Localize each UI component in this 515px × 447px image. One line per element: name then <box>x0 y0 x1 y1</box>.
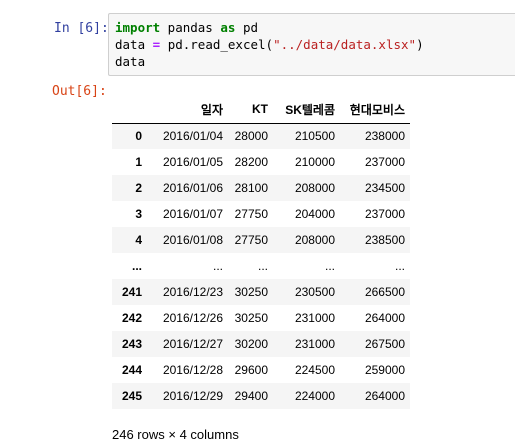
cell-kt: ... <box>257 259 268 273</box>
row-index: 245 <box>121 389 142 403</box>
cell-hyundai-mobis: 267500 <box>364 337 405 351</box>
header-index <box>112 96 147 124</box>
cell-kt: 29400 <box>234 389 268 403</box>
cell-sk-telecom: 208000 <box>294 181 335 195</box>
table-row: 2 2016/01/06 28100 208000 234500 <box>112 175 410 201</box>
cell-kt: 30250 <box>234 311 268 325</box>
row-index: 3 <box>135 207 142 221</box>
row-index: 243 <box>121 337 142 351</box>
table-row-ellipsis: ... ... ... ... ... <box>112 253 410 279</box>
cell-hyundai-mobis: 237000 <box>364 207 405 221</box>
cell-hyundai-mobis: 237000 <box>364 155 405 169</box>
table-row: 245 2016/12/29 29400 224000 264000 <box>112 383 410 409</box>
code-keyword-import: import <box>115 20 161 35</box>
cell-sk-telecom: 231000 <box>294 337 335 351</box>
code-keyword-as: as <box>220 20 236 35</box>
cell-kt: 28000 <box>234 129 268 144</box>
table-row: 4 2016/01/08 27750 208000 238500 <box>112 227 410 253</box>
cell-hyundai-mobis: ... <box>394 259 405 273</box>
row-index: 2 <box>135 181 142 195</box>
input-prompt: In [6]: <box>54 21 109 36</box>
cell-date: 2016/01/05 <box>162 155 223 169</box>
cell-date: 2016/12/29 <box>162 389 223 403</box>
cell-sk-telecom: 224000 <box>294 389 335 403</box>
code-call-end: ) <box>416 37 424 52</box>
cell-hyundai-mobis: 234500 <box>364 181 405 195</box>
cell-date: 2016/12/27 <box>162 337 223 351</box>
cell-kt: 27750 <box>234 233 268 247</box>
cell-hyundai-mobis: 238500 <box>364 233 405 247</box>
cell-date: 2016/01/08 <box>162 233 223 247</box>
cell-hyundai-mobis: 266500 <box>364 285 405 299</box>
cell-kt: 28100 <box>234 181 268 195</box>
dataframe-table: 일자 KT SK텔레콤 현대모비스 0 2016/01/04 28000 210… <box>112 96 410 409</box>
dataframe-shape-info: 246 rows × 4 columns <box>112 427 239 442</box>
table-row: 244 2016/12/28 29600 224500 259000 <box>112 357 410 383</box>
cell-sk-telecom: 230500 <box>294 285 335 299</box>
cell-sk-telecom: ... <box>324 259 335 273</box>
header-hyundai-mobis: 현대모비스 <box>340 96 410 124</box>
header-sk-telecom: SK텔레콤 <box>273 96 340 124</box>
row-index: 4 <box>135 233 142 247</box>
table-row: 243 2016/12/27 30200 231000 267500 <box>112 331 410 357</box>
cell-hyundai-mobis: 259000 <box>364 363 405 377</box>
row-index: 242 <box>121 311 142 325</box>
cell-date: 2016/12/26 <box>162 311 223 325</box>
cell-hyundai-mobis: 238000 <box>364 129 405 144</box>
cell-date: ... <box>212 259 223 273</box>
code-string-path: "../data/data.xlsx" <box>273 37 417 52</box>
code-variable: data <box>115 37 153 52</box>
cell-sk-telecom: 231000 <box>294 311 335 325</box>
cell-kt: 29600 <box>234 363 268 377</box>
cell-hyundai-mobis: 264000 <box>364 389 405 403</box>
code-alias: pd <box>235 20 259 35</box>
cell-date: 2016/12/23 <box>162 285 223 299</box>
table-row: 3 2016/01/07 27750 204000 237000 <box>112 201 410 227</box>
cell-kt: 27750 <box>234 207 268 221</box>
cell-sk-telecom: 208000 <box>294 233 335 247</box>
row-index: 0 <box>135 129 142 144</box>
cell-date: 2016/01/04 <box>162 129 223 144</box>
row-index: 241 <box>121 285 142 299</box>
header-kt: KT <box>228 96 273 124</box>
code-call-start: pd.read_excel( <box>160 37 274 52</box>
code-display-var: data <box>115 54 146 69</box>
row-index: 1 <box>135 155 142 169</box>
cell-kt: 28200 <box>234 155 268 169</box>
cell-sk-telecom: 204000 <box>294 207 335 221</box>
cell-date: 2016/12/28 <box>162 363 223 377</box>
code-package-name: pandas <box>160 20 221 35</box>
table-header-row: 일자 KT SK텔레콤 현대모비스 <box>112 96 410 124</box>
cell-sk-telecom: 210000 <box>294 155 335 169</box>
output-prompt: Out[6]: <box>52 84 107 99</box>
cell-kt: 30200 <box>234 337 268 351</box>
table-row: 1 2016/01/05 28200 210000 237000 <box>112 149 410 175</box>
code-cell-editor[interactable]: import pandas as pd data = pd.read_excel… <box>108 13 515 76</box>
cell-sk-telecom: 224500 <box>294 363 335 377</box>
table-row: 242 2016/12/26 30250 231000 264000 <box>112 305 410 331</box>
row-index: 244 <box>121 363 142 377</box>
cell-hyundai-mobis: 264000 <box>364 311 405 325</box>
cell-date: 2016/01/06 <box>162 181 223 195</box>
cell-date: 2016/01/07 <box>162 207 223 221</box>
header-date: 일자 <box>147 96 228 124</box>
table-row: 0 2016/01/04 28000 210500 238000 <box>112 123 410 149</box>
row-index: ... <box>131 259 142 273</box>
table-row: 241 2016/12/23 30250 230500 266500 <box>112 279 410 305</box>
notebook-page: In [6]: import pandas as pd data = pd.re… <box>0 0 515 447</box>
cell-sk-telecom: 210500 <box>294 129 335 144</box>
cell-kt: 30250 <box>234 285 268 299</box>
